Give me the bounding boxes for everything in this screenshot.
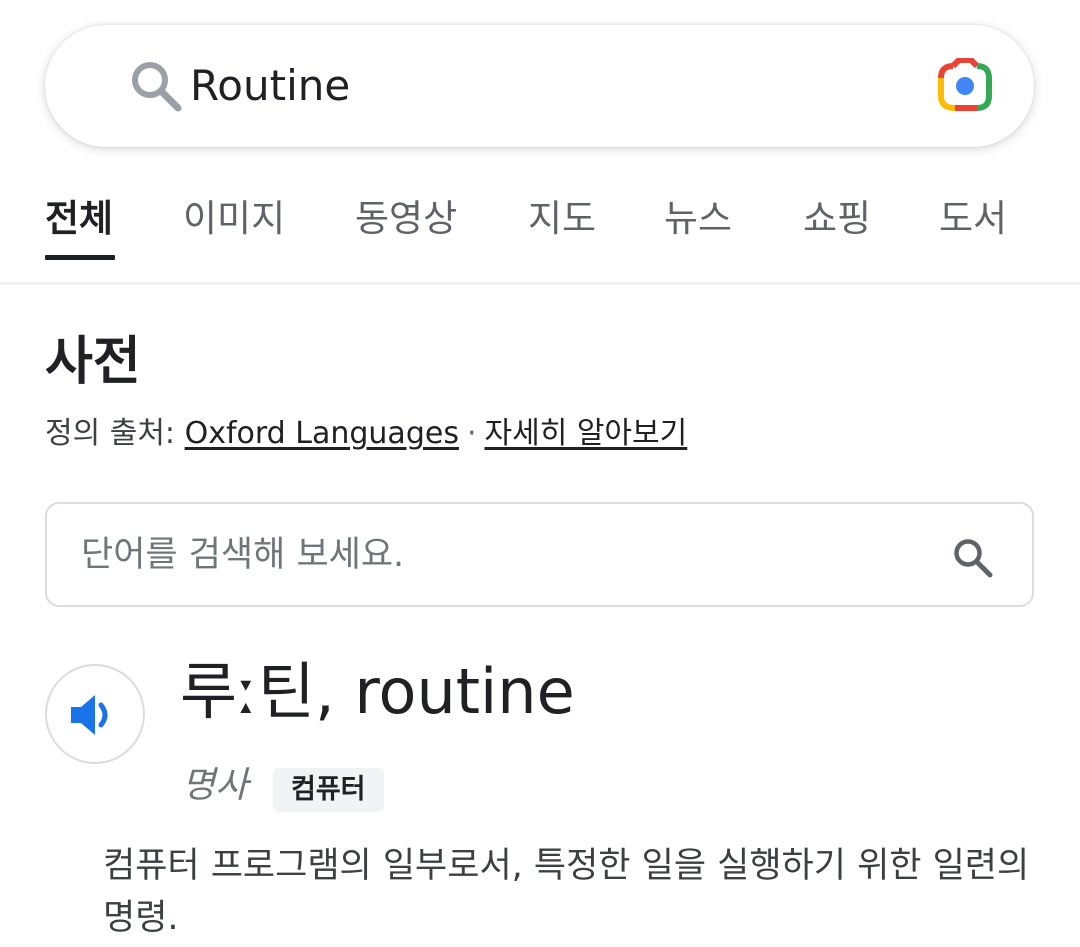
google-lens-icon[interactable] bbox=[935, 57, 995, 114]
tab-videos[interactable]: 동영상 bbox=[355, 196, 457, 242]
tab-news[interactable]: 뉴스 bbox=[664, 196, 732, 242]
search-icon[interactable] bbox=[951, 536, 995, 580]
tab-all[interactable]: 전체 bbox=[45, 196, 113, 242]
oxford-languages-link[interactable]: Oxford Languages bbox=[185, 416, 459, 451]
dictionary-title: 사전 bbox=[45, 332, 141, 392]
word-search-box[interactable] bbox=[45, 502, 1034, 607]
tabs-divider bbox=[0, 282, 1080, 285]
headword: 루ː틴, routine bbox=[180, 655, 575, 728]
tab-maps[interactable]: 지도 bbox=[528, 196, 596, 242]
word-search-input[interactable] bbox=[81, 528, 901, 582]
source-prefix: 정의 출처: bbox=[45, 416, 176, 451]
dictionary-source: 정의 출처: Oxford Languages · 자세히 알아보기 bbox=[45, 414, 687, 454]
search-query[interactable]: Routine bbox=[190, 59, 350, 113]
search-bar[interactable]: Routine bbox=[45, 25, 1034, 147]
pronunciation-button[interactable] bbox=[45, 664, 145, 764]
learn-more-link[interactable]: 자세히 알아보기 bbox=[485, 416, 688, 451]
definition-text: 컴퓨터 프로그램의 일부로서, 특정한 일을 실행하기 위한 일련의 명령. bbox=[103, 846, 1030, 938]
tab-images[interactable]: 이미지 bbox=[183, 196, 285, 242]
part-of-speech: 명사 bbox=[182, 765, 249, 806]
domain-badge: 컴퓨터 bbox=[273, 768, 384, 812]
source-separator: · bbox=[466, 416, 477, 451]
search-tabs: 전체 이미지 동영상 지도 뉴스 쇼핑 도서 bbox=[0, 180, 1080, 284]
speaker-icon bbox=[71, 695, 108, 735]
search-icon[interactable] bbox=[128, 58, 184, 114]
tab-books[interactable]: 도서 bbox=[939, 196, 1007, 242]
active-tab-indicator bbox=[45, 255, 115, 260]
tab-shopping[interactable]: 쇼핑 bbox=[803, 196, 871, 242]
